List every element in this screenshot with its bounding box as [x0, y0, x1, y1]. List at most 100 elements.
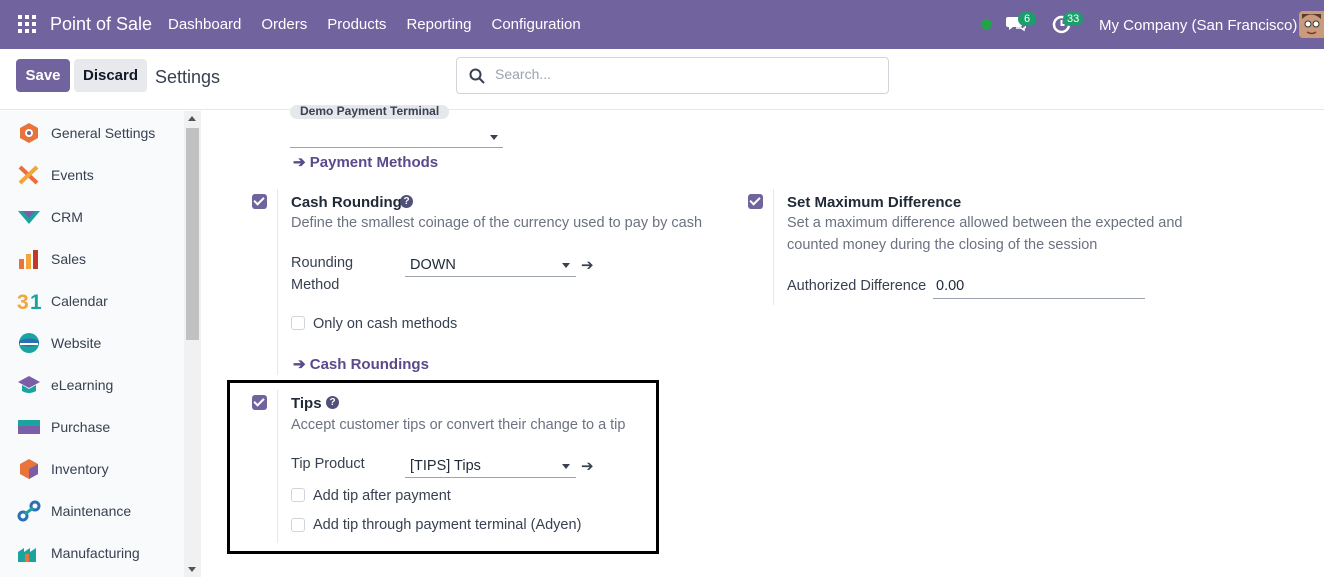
- svg-text:3: 3: [17, 291, 29, 312]
- cash-rounding-description: Define the smallest coinage of the curre…: [291, 215, 703, 231]
- sidebar-item-label: Website: [51, 335, 102, 351]
- main-menu: Dashboard Orders Products Reporting Conf…: [168, 16, 601, 33]
- purchase-icon: [18, 420, 40, 434]
- search-icon: [469, 68, 485, 84]
- maintenance-icon: [17, 500, 41, 522]
- chevron-down-icon[interactable]: [490, 135, 498, 140]
- sidebar-item-calendar[interactable]: 31 Calendar: [0, 286, 184, 316]
- sidebar-item-events[interactable]: Events: [0, 160, 184, 190]
- app-name[interactable]: Point of Sale: [50, 14, 152, 35]
- sidebar-item-inventory[interactable]: Inventory: [0, 454, 184, 484]
- elearning-icon: [18, 376, 40, 393]
- tips-description: Accept customer tips or convert their ch…: [291, 417, 626, 433]
- rounding-method-label-line1: Rounding: [291, 255, 354, 271]
- tip-product-label: Tip Product: [291, 456, 365, 472]
- tip-product-select[interactable]: [TIPS] Tips: [405, 454, 576, 478]
- sidebar-item-label: General Settings: [51, 125, 156, 141]
- tip-after-payment-checkbox[interactable]: [291, 488, 305, 502]
- max-difference-checkbox[interactable]: [748, 194, 763, 209]
- cash-roundings-link[interactable]: ➔ Cash Roundings: [293, 355, 429, 373]
- sidebar-item-purchase[interactable]: Purchase: [0, 412, 184, 442]
- authorized-difference-input[interactable]: 0.00: [933, 275, 1145, 299]
- discard-button[interactable]: Discard: [74, 59, 147, 92]
- top-navbar: Point of Sale Dashboard Orders Products …: [0, 0, 1324, 49]
- general-settings-icon: [20, 123, 38, 143]
- cash-roundings-link-label: Cash Roundings: [309, 356, 429, 373]
- menu-reporting[interactable]: Reporting: [406, 16, 471, 33]
- control-panel: Save Discard Settings: [0, 49, 1324, 110]
- settings-sidebar: General Settings Events CRM Sales 31 Cal…: [0, 111, 184, 577]
- save-button[interactable]: Save: [16, 59, 70, 92]
- sidebar-item-label: CRM: [51, 209, 83, 225]
- sidebar-item-elearning[interactable]: eLearning: [0, 370, 184, 400]
- sidebar-scrollbar[interactable]: [184, 111, 201, 577]
- online-status-icon: [981, 19, 992, 30]
- chevron-down-icon[interactable]: [562, 464, 570, 469]
- sales-icon: [19, 250, 38, 269]
- events-icon: [18, 165, 39, 185]
- settings-content: Demo Payment Terminal ➔ Payment Methods …: [201, 105, 1324, 577]
- sidebar-item-label: Events: [51, 167, 94, 183]
- help-icon[interactable]: ?: [326, 396, 339, 409]
- sidebar-item-manufacturing[interactable]: Manufacturing: [0, 538, 184, 568]
- sidebar-item-general-settings[interactable]: General Settings: [0, 118, 184, 148]
- menu-dashboard[interactable]: Dashboard: [168, 16, 241, 33]
- manufacturing-icon: [18, 548, 36, 562]
- search-box[interactable]: [456, 57, 889, 94]
- scroll-up-icon[interactable]: [188, 116, 196, 121]
- sidebar-item-label: Calendar: [51, 293, 108, 309]
- company-switcher[interactable]: My Company (San Francisco): [1099, 17, 1297, 34]
- chevron-down-icon[interactable]: [562, 263, 570, 268]
- payment-terminal-tag[interactable]: Demo Payment Terminal: [290, 105, 450, 119]
- divider: [773, 189, 774, 305]
- sidebar-item-website[interactable]: Website: [0, 328, 184, 358]
- sidebar-item-label: eLearning: [51, 377, 114, 393]
- tip-after-payment-label: Add tip after payment: [313, 488, 451, 504]
- max-difference-description-line1: Set a maximum difference allowed between…: [787, 215, 1183, 231]
- rounding-method-select[interactable]: DOWN: [405, 253, 576, 277]
- authorized-difference-label: Authorized Difference: [787, 278, 927, 294]
- arrow-right-icon: ➔: [293, 356, 310, 373]
- menu-products[interactable]: Products: [327, 16, 386, 33]
- menu-orders[interactable]: Orders: [261, 16, 307, 33]
- user-avatar[interactable]: [1299, 11, 1324, 38]
- max-difference-title: Set Maximum Difference: [787, 194, 962, 211]
- tips-checkbox[interactable]: [252, 395, 267, 410]
- search-input[interactable]: [495, 66, 875, 82]
- tips-title: Tips: [291, 395, 322, 412]
- payment-methods-link[interactable]: ➔ Payment Methods: [293, 153, 438, 171]
- inventory-icon: [20, 459, 38, 479]
- rounding-method-label-line2: Method: [291, 277, 340, 293]
- internal-link-arrow-icon[interactable]: ➔: [581, 256, 594, 274]
- tip-terminal-checkbox[interactable]: [291, 518, 305, 532]
- sidebar-item-crm[interactable]: CRM: [0, 202, 184, 232]
- cash-rounding-title: Cash Rounding: [291, 194, 402, 211]
- help-icon[interactable]: ?: [400, 195, 413, 208]
- sidebar-item-label: Sales: [51, 251, 87, 267]
- scroll-down-icon[interactable]: [188, 567, 196, 572]
- scroll-thumb[interactable]: [186, 128, 199, 340]
- divider: [277, 189, 278, 375]
- sidebar-item-label: Maintenance: [51, 503, 132, 519]
- messages-count-badge: 6: [1018, 12, 1036, 26]
- menu-configuration[interactable]: Configuration: [491, 16, 580, 33]
- sidebar-item-label: Purchase: [51, 419, 111, 435]
- only-cash-methods-label: Only on cash methods: [313, 316, 458, 332]
- sidebar-item-sales[interactable]: Sales: [0, 244, 184, 274]
- sidebar-item-label: Manufacturing: [51, 545, 140, 561]
- apps-grid-icon[interactable]: [18, 15, 36, 33]
- page-title: Settings: [155, 67, 221, 87]
- divider: [277, 390, 278, 543]
- only-cash-methods-checkbox[interactable]: [291, 316, 305, 330]
- payment-methods-link-label: Payment Methods: [309, 154, 439, 171]
- max-difference-description-line2: counted money during the closing of the …: [787, 237, 1098, 253]
- tip-terminal-label: Add tip through payment terminal (Adyen): [313, 517, 582, 533]
- crm-icon: [18, 211, 40, 224]
- sidebar-item-label: Inventory: [51, 461, 109, 477]
- sidebar-item-maintenance[interactable]: Maintenance: [0, 496, 184, 526]
- calendar-icon: 31: [17, 291, 41, 312]
- activities-count-badge: 33: [1063, 12, 1084, 26]
- internal-link-arrow-icon[interactable]: ➔: [581, 457, 594, 475]
- payment-methods-field[interactable]: [290, 124, 503, 148]
- cash-rounding-checkbox[interactable]: [252, 194, 267, 209]
